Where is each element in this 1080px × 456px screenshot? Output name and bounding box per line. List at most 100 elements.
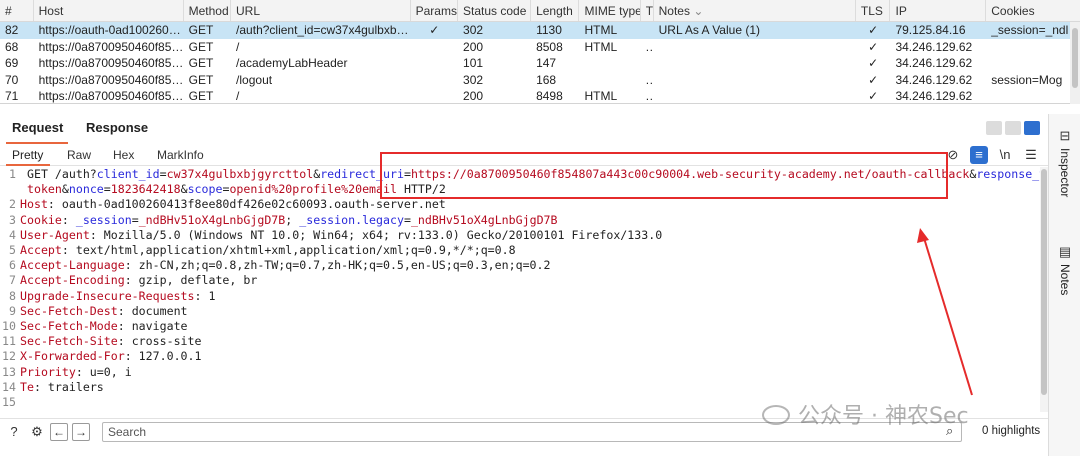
editor-scrollbar-thumb[interactable] bbox=[1041, 169, 1047, 395]
inspector-side-panel: ⊟ Inspector ▤ Notes bbox=[1048, 114, 1080, 456]
cookie-value: _ndBHv51oX4gLnbGjgD7B bbox=[138, 212, 286, 227]
cell-cookies bbox=[986, 55, 1080, 72]
gear-icon[interactable]: ⚙ bbox=[28, 423, 46, 441]
col-header-cookies[interactable]: Cookies bbox=[986, 0, 1080, 21]
cell-ti bbox=[641, 55, 654, 72]
tab-markinfo[interactable]: MarkInfo bbox=[157, 148, 204, 162]
back-arrow-icon[interactable]: ← bbox=[50, 422, 68, 441]
param-name: nonce bbox=[68, 182, 104, 197]
editor-scrollbar[interactable] bbox=[1040, 167, 1048, 412]
history-scrollbar[interactable] bbox=[1070, 22, 1080, 104]
cell-notes bbox=[654, 88, 856, 105]
annotation-highlight-box bbox=[380, 152, 948, 199]
col-header-mime[interactable]: MIME type bbox=[579, 0, 641, 21]
col-header-url[interactable]: URL bbox=[231, 0, 411, 21]
tab-pretty[interactable]: Pretty bbox=[12, 148, 43, 162]
cell-num: 68 bbox=[5, 39, 19, 54]
watermark-text: 公众号 · 神农Sec bbox=[798, 404, 969, 429]
cell-ip: 34.246.129.62 bbox=[895, 89, 973, 103]
cell-cookies bbox=[986, 88, 1080, 105]
active-subtab-indicator bbox=[6, 164, 50, 166]
header-value: 127.0.0.1 bbox=[131, 349, 202, 364]
cell-url: /auth?client_id=cw37x4gulbxbjgyr... bbox=[236, 23, 411, 37]
cell-ti: ... bbox=[645, 72, 654, 87]
col-header-params[interactable]: Params bbox=[411, 0, 459, 21]
header-value: zh-CN,zh;q=0.8,zh-TW;q=0.7,zh-HK;q=0.5,e… bbox=[131, 258, 551, 273]
editor-line-2: 2 Host: oauth-0ad100260413f8ee80df426e02c… bbox=[0, 197, 1040, 212]
newline-toggle[interactable]: \n bbox=[996, 146, 1014, 164]
editor-line-6: 6 Accept-Language: zh-CN,zh;q=0.8,zh-TW;q… bbox=[0, 258, 1040, 273]
header-value: trailers bbox=[40, 379, 104, 394]
header-value: 1 bbox=[201, 288, 216, 303]
col-header-number[interactable]: # bbox=[0, 0, 34, 21]
cell-tls: ✓ bbox=[868, 89, 879, 103]
cell-mime: HTML bbox=[584, 89, 618, 103]
col-header-status[interactable]: Status code bbox=[458, 0, 532, 21]
line-number: 14 bbox=[2, 379, 16, 394]
history-header-row: # Host Method URL Params Status code Len… bbox=[0, 0, 1080, 22]
table-row[interactable]: 71 https://0a8700950460f85480... GET / 200 84… bbox=[0, 88, 1080, 105]
cookie-value: _ndBHv51oX4gLnbGjgD7B bbox=[410, 212, 558, 227]
notes-panel-toggle[interactable]: ▤ Notes bbox=[1049, 244, 1080, 295]
cell-ip: 34.246.129.62 bbox=[895, 56, 973, 70]
line-number: 2 bbox=[9, 197, 16, 212]
cell-ip: 34.246.129.62 bbox=[895, 39, 973, 54]
table-row[interactable]: 82 https://oauth-0ad100260413... GET/auth?… bbox=[0, 22, 1080, 39]
tab-raw[interactable]: Raw bbox=[67, 148, 91, 162]
layout-tabs-icon[interactable] bbox=[1024, 121, 1040, 135]
header-name: Sec-Fetch-Site bbox=[20, 334, 118, 349]
cell-status: 200 bbox=[463, 89, 484, 103]
cell-mime bbox=[579, 55, 640, 72]
cell-host: https://oauth-0ad100260413... bbox=[38, 23, 184, 37]
cell-length: 168 bbox=[536, 72, 557, 87]
col-header-length[interactable]: Length bbox=[531, 0, 580, 21]
table-row[interactable]: 68 https://0a8700950460f85480... GET / 200 85… bbox=[0, 39, 1080, 56]
col-header-tls[interactable]: TLS bbox=[856, 0, 891, 21]
menu-icon[interactable]: ☰ bbox=[1022, 146, 1040, 164]
cell-ti: ... bbox=[645, 39, 654, 54]
tab-request[interactable]: Request bbox=[12, 120, 63, 135]
header-value: cross-site bbox=[124, 334, 202, 349]
history-scrollbar-thumb[interactable] bbox=[1072, 28, 1078, 88]
header-name: Accept-Encoding bbox=[20, 273, 125, 288]
table-row[interactable]: 69 https://0a8700950460f85480... GET/acade… bbox=[0, 55, 1080, 72]
layout-toggle-group bbox=[986, 121, 1040, 135]
help-icon[interactable]: ? bbox=[5, 423, 23, 441]
cell-method: GET bbox=[188, 89, 214, 103]
param-name: scope bbox=[187, 182, 223, 197]
line-number: 15 bbox=[2, 395, 16, 409]
col-header-ti[interactable]: Ti bbox=[641, 0, 654, 21]
line-number: 11 bbox=[2, 334, 16, 349]
cell-num: 70 bbox=[5, 72, 19, 87]
cell-method: GET bbox=[188, 23, 214, 37]
cell-mime bbox=[579, 72, 640, 89]
layout-stacked-icon[interactable] bbox=[1005, 121, 1021, 135]
request-editor[interactable]: 1 GET /auth?client_id=cw37x4gulbxbjgyrct… bbox=[0, 167, 1074, 412]
cell-url: / bbox=[236, 39, 240, 54]
cell-status: 302 bbox=[463, 23, 484, 37]
header-value: document bbox=[124, 303, 188, 318]
header-value: text/html,application/xhtml+xml,applicat… bbox=[68, 243, 516, 257]
header-name: User-Agent bbox=[20, 227, 90, 242]
cell-ip: 34.246.129.62 bbox=[895, 72, 973, 87]
col-header-ip[interactable]: IP bbox=[890, 0, 987, 21]
col-header-host[interactable]: Host bbox=[34, 0, 184, 21]
editor-toolbar: ⊘ ≡ \n ☰ bbox=[944, 146, 1040, 164]
header-name: Accept bbox=[20, 243, 62, 257]
cell-cookies bbox=[986, 39, 1080, 56]
cell-params bbox=[411, 88, 458, 105]
layout-side-by-side-icon[interactable] bbox=[986, 121, 1002, 135]
cell-host: https://0a8700950460f85480... bbox=[38, 72, 184, 87]
cell-notes bbox=[654, 72, 856, 89]
col-header-notes[interactable]: Notes ⌄ bbox=[654, 0, 856, 21]
header-name: Cookie bbox=[20, 212, 62, 227]
table-row[interactable]: 70 https://0a8700950460f85480... GET/logou… bbox=[0, 72, 1080, 89]
col-header-method[interactable]: Method bbox=[184, 0, 232, 21]
tab-response[interactable]: Response bbox=[86, 120, 148, 135]
forward-arrow-icon[interactable]: → bbox=[72, 422, 90, 441]
wrap-lines-icon[interactable]: ≡ bbox=[970, 146, 988, 164]
editor-line-12: 12 X-Forwarded-For: 127.0.0.1 bbox=[0, 349, 1040, 364]
inspector-panel-toggle[interactable]: ⊟ Inspector bbox=[1049, 128, 1080, 197]
tab-hex[interactable]: Hex bbox=[113, 148, 134, 162]
proxy-history-table: # Host Method URL Params Status code Len… bbox=[0, 0, 1080, 104]
